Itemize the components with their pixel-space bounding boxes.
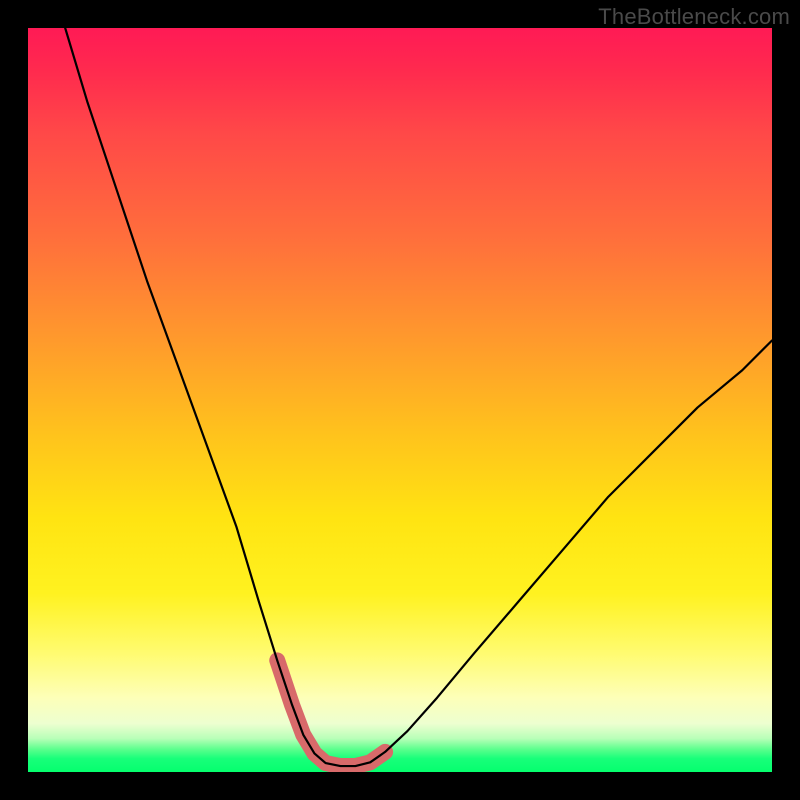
curve-layer <box>28 28 772 772</box>
watermark-text: TheBottleneck.com <box>598 4 790 30</box>
trough-highlight <box>277 660 385 766</box>
chart-frame: TheBottleneck.com <box>0 0 800 800</box>
plot-area <box>28 28 772 772</box>
main-curve <box>65 28 772 766</box>
